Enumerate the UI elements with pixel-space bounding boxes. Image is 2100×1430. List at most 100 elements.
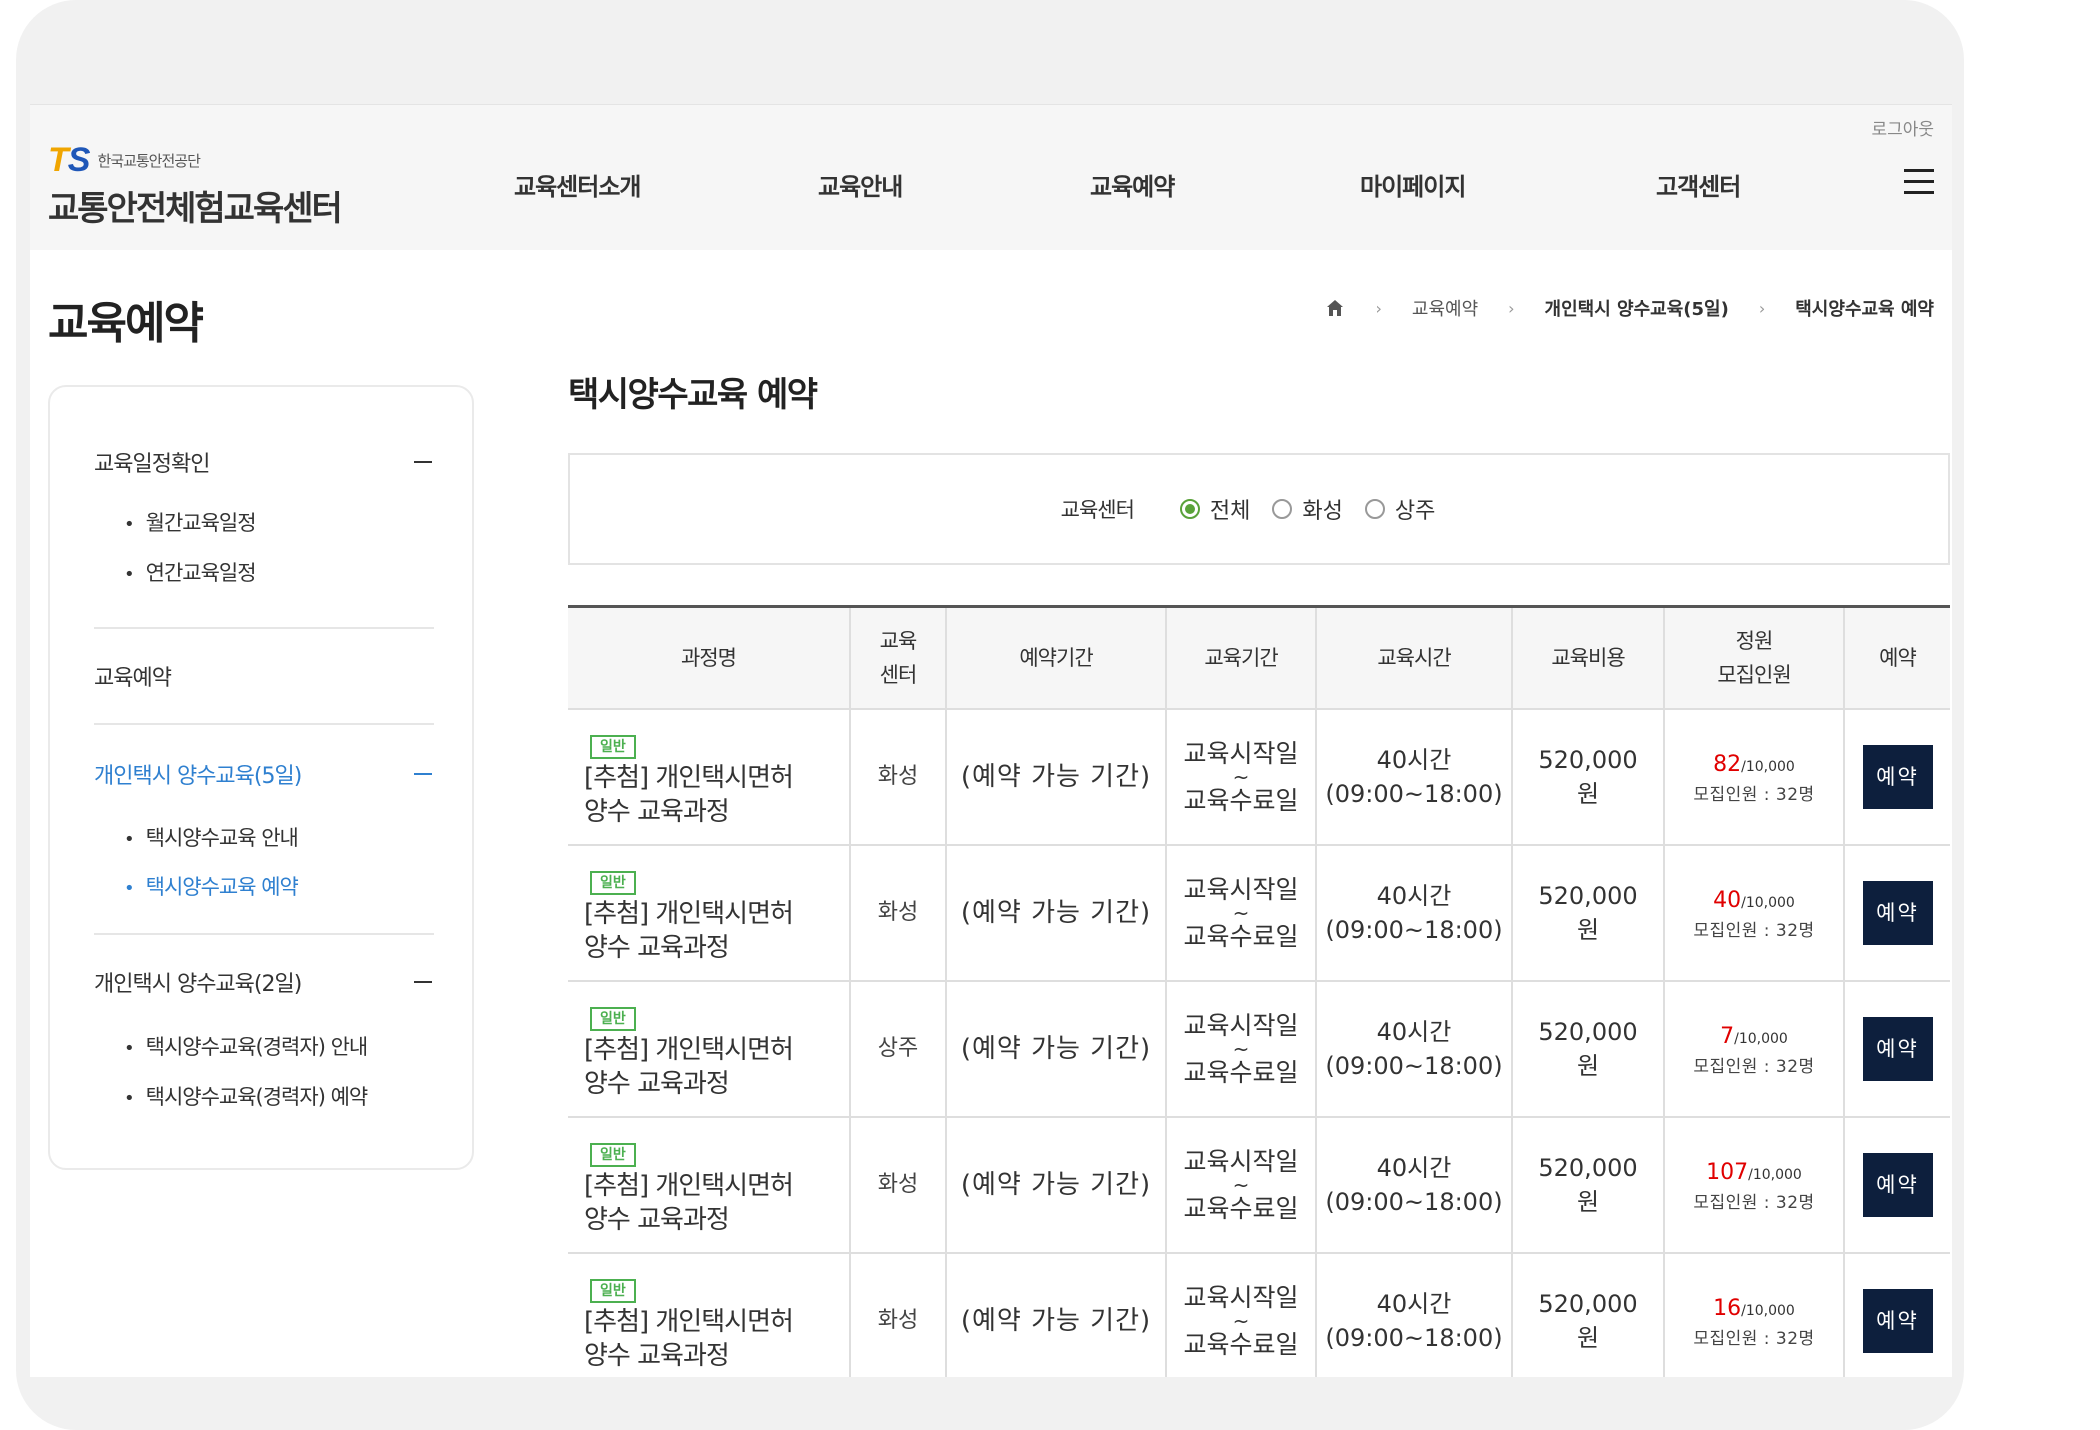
education-cost: 520,000: [1538, 1018, 1638, 1046]
reserve-cell: 예약: [1843, 844, 1950, 982]
radio-unchecked-icon[interactable]: [1364, 499, 1385, 519]
education-time-cell: 40시간 (09:00~18:00): [1315, 844, 1513, 982]
general-badge: 일반: [590, 1006, 636, 1031]
table-row: 일반 [추첨] 개인택시면허 양수 교육과정 화성 (예약 가능 기간) 교육시작일 ~ 교육…: [568, 1252, 1950, 1377]
radio-hwaseong[interactable]: 화성: [1272, 493, 1343, 525]
education-period-cell: 교육시작일 ~ 교육수료일: [1165, 844, 1317, 982]
education-end: 교육수료일: [1183, 1194, 1299, 1223]
center-cell: 화성: [849, 1252, 947, 1377]
education-cost-unit: 원: [1576, 1052, 1600, 1080]
table-row: 일반 [추첨] 개인택시면허 양수 교육과정 화성 (예약 가능 기간) 교육시작일 ~ 교육…: [568, 708, 1950, 846]
sidebar-subitem-yearly-schedule[interactable]: 연간교육일정: [124, 557, 257, 587]
reserve-button[interactable]: 예약: [1862, 1153, 1933, 1217]
sidebar-item-reservation[interactable]: 교육예약: [94, 659, 434, 693]
recruit-count: 모집인원 : 32명: [1693, 1057, 1815, 1077]
course-name[interactable]: [추첨] 개인택시면허 양수 교육과정: [584, 761, 849, 829]
hamburger-menu-icon[interactable]: [1904, 169, 1934, 195]
table-header-row: 과정명 교육 센터 예약기간 교육기간 교육시간 교육비용 정원 모집인원 예약: [568, 606, 1950, 710]
breadcrumb-current: 택시양수교육 예약: [1795, 299, 1934, 320]
education-time-cell: 40시간 (09:00~18:00): [1315, 1116, 1513, 1254]
education-end: 교육수료일: [1183, 922, 1299, 951]
general-badge: 일반: [590, 870, 636, 895]
sidebar-subitem-experienced-guide[interactable]: 택시양수교육(경력자) 안내: [124, 1031, 369, 1061]
applied-count: 7: [1720, 1024, 1735, 1049]
period-separator: ~: [1232, 1173, 1250, 1197]
nav-item-customer-center[interactable]: 고객센터: [1656, 167, 1741, 202]
header-education-cost: 교육비용: [1511, 606, 1665, 710]
sidebar-subitem-taxi-reservation[interactable]: 택시양수교육 예약: [124, 871, 299, 901]
education-hours: 40시간: [1376, 1290, 1452, 1318]
table-row: 일반 [추첨] 개인택시면허 양수 교육과정 화성 (예약 가능 기간) 교육시작일 ~ 교육…: [568, 1116, 1950, 1254]
radio-sangju[interactable]: 상주: [1364, 493, 1435, 525]
site-name: 교통안전체험교육센터: [48, 189, 343, 229]
reserve-button[interactable]: 예약: [1862, 881, 1933, 945]
sidebar-subitem-monthly-schedule[interactable]: 월간교육일정: [124, 507, 257, 537]
course-name-cell: 일반 [추첨] 개인택시면허 양수 교육과정: [568, 980, 851, 1118]
reserve-cell: 예약: [1843, 708, 1950, 846]
capacity-cell: 107/10,000 모집인원 : 32명: [1663, 1116, 1845, 1254]
education-period-cell: 교육시작일 ~ 교육수료일: [1165, 708, 1317, 846]
education-cost: 520,000: [1538, 882, 1638, 910]
course-table: 과정명 교육 센터 예약기간 교육기간 교육시간 교육비용 정원 모집인원 예약: [568, 605, 1950, 1377]
sidebar-group-schedule: 교육일정확인: [94, 445, 434, 479]
minus-icon[interactable]: [414, 461, 432, 463]
sidebar-group-taxi-5day: 개인택시 양수교육(5일): [94, 757, 434, 791]
sidebar-item-taxi-2day[interactable]: 개인택시 양수교육(2일): [94, 965, 434, 999]
nav-item-education-guide[interactable]: 교육안내: [818, 167, 903, 202]
general-badge: 일반: [590, 1142, 636, 1167]
logout-link[interactable]: 로그아웃: [1871, 115, 1934, 140]
device-frame: TS 한국교통안전공단 교통안전체험교육센터 로그아웃 교육센터소개 교육안내 …: [16, 0, 1964, 1430]
minus-icon[interactable]: [414, 773, 432, 775]
course-name-cell: 일반 [추첨] 개인택시면허 양수 교육과정: [568, 1116, 851, 1254]
breadcrumb-item[interactable]: 교육예약: [1412, 295, 1478, 321]
sidebar-item-schedule[interactable]: 교육일정확인: [94, 445, 434, 479]
radio-checked-icon[interactable]: [1179, 499, 1200, 519]
course-name[interactable]: [추첨] 개인택시면허 양수 교육과정: [584, 897, 849, 965]
radio-unchecked-icon[interactable]: [1272, 499, 1293, 519]
filter-label: 교육센터: [1060, 498, 1135, 522]
capacity-total: /10,000: [1741, 1303, 1795, 1319]
center-cell: 화성: [849, 844, 947, 982]
education-hours-range: (09:00~18:00): [1325, 1188, 1503, 1216]
education-cost-cell: 520,000 원: [1511, 844, 1665, 982]
site-logo[interactable]: TS 한국교통안전공단 교통안전체험교육센터: [48, 141, 343, 230]
content-title: 택시양수교육 예약: [568, 375, 818, 415]
reserve-button[interactable]: 예약: [1862, 1289, 1933, 1353]
recruit-count: 모집인원 : 32명: [1693, 1329, 1815, 1349]
education-start: 교육시작일: [1183, 1011, 1299, 1040]
home-icon[interactable]: [1325, 298, 1345, 318]
ts-logo-mark: TS: [48, 141, 90, 179]
radio-all[interactable]: 전체: [1179, 493, 1250, 525]
nav-item-education-reservation[interactable]: 교육예약: [1090, 167, 1175, 202]
reserve-button[interactable]: 예약: [1862, 745, 1933, 809]
education-period-cell: 교육시작일 ~ 교육수료일: [1165, 980, 1317, 1118]
education-time-cell: 40시간 (09:00~18:00): [1315, 708, 1513, 846]
course-name[interactable]: [추첨] 개인택시면허 양수 교육과정: [584, 1033, 849, 1101]
education-cost-unit: 원: [1576, 1188, 1600, 1216]
sidebar-subitem-experienced-reservation[interactable]: 택시양수교육(경력자) 예약: [124, 1081, 369, 1111]
header-reservation-period: 예약기간: [945, 606, 1167, 710]
course-name[interactable]: [추첨] 개인택시면허 양수 교육과정: [584, 1305, 849, 1373]
organization-name: 한국교통안전공단: [97, 151, 200, 170]
nav-item-center-intro[interactable]: 교육센터소개: [514, 167, 641, 202]
course-name[interactable]: [추첨] 개인택시면허 양수 교육과정: [584, 1169, 849, 1237]
minus-icon[interactable]: [414, 981, 432, 983]
applied-count: 82: [1713, 752, 1742, 777]
chevron-right-icon: ›: [1508, 298, 1515, 318]
education-start: 교육시작일: [1183, 1147, 1299, 1176]
course-name-cell: 일반 [추첨] 개인택시면허 양수 교육과정: [568, 844, 851, 982]
breadcrumb-item[interactable]: 개인택시 양수교육(5일): [1545, 295, 1729, 321]
sidebar-item-taxi-5day[interactable]: 개인택시 양수교육(5일): [94, 757, 434, 791]
education-hours-range: (09:00~18:00): [1325, 1052, 1503, 1080]
reserve-cell: 예약: [1843, 980, 1950, 1118]
center-cell: 화성: [849, 1116, 947, 1254]
education-period-cell: 교육시작일 ~ 교육수료일: [1165, 1252, 1317, 1377]
nav-item-mypage[interactable]: 마이페이지: [1360, 167, 1466, 202]
education-cost-unit: 원: [1576, 780, 1600, 808]
header-capacity: 정원 모집인원: [1663, 606, 1845, 710]
applied-count: 16: [1713, 1296, 1742, 1321]
sidebar-divider: [94, 723, 434, 725]
capacity-total: /10,000: [1741, 895, 1795, 911]
reserve-button[interactable]: 예약: [1862, 1017, 1933, 1081]
sidebar-subitem-taxi-guide[interactable]: 택시양수교육 안내: [124, 822, 299, 852]
